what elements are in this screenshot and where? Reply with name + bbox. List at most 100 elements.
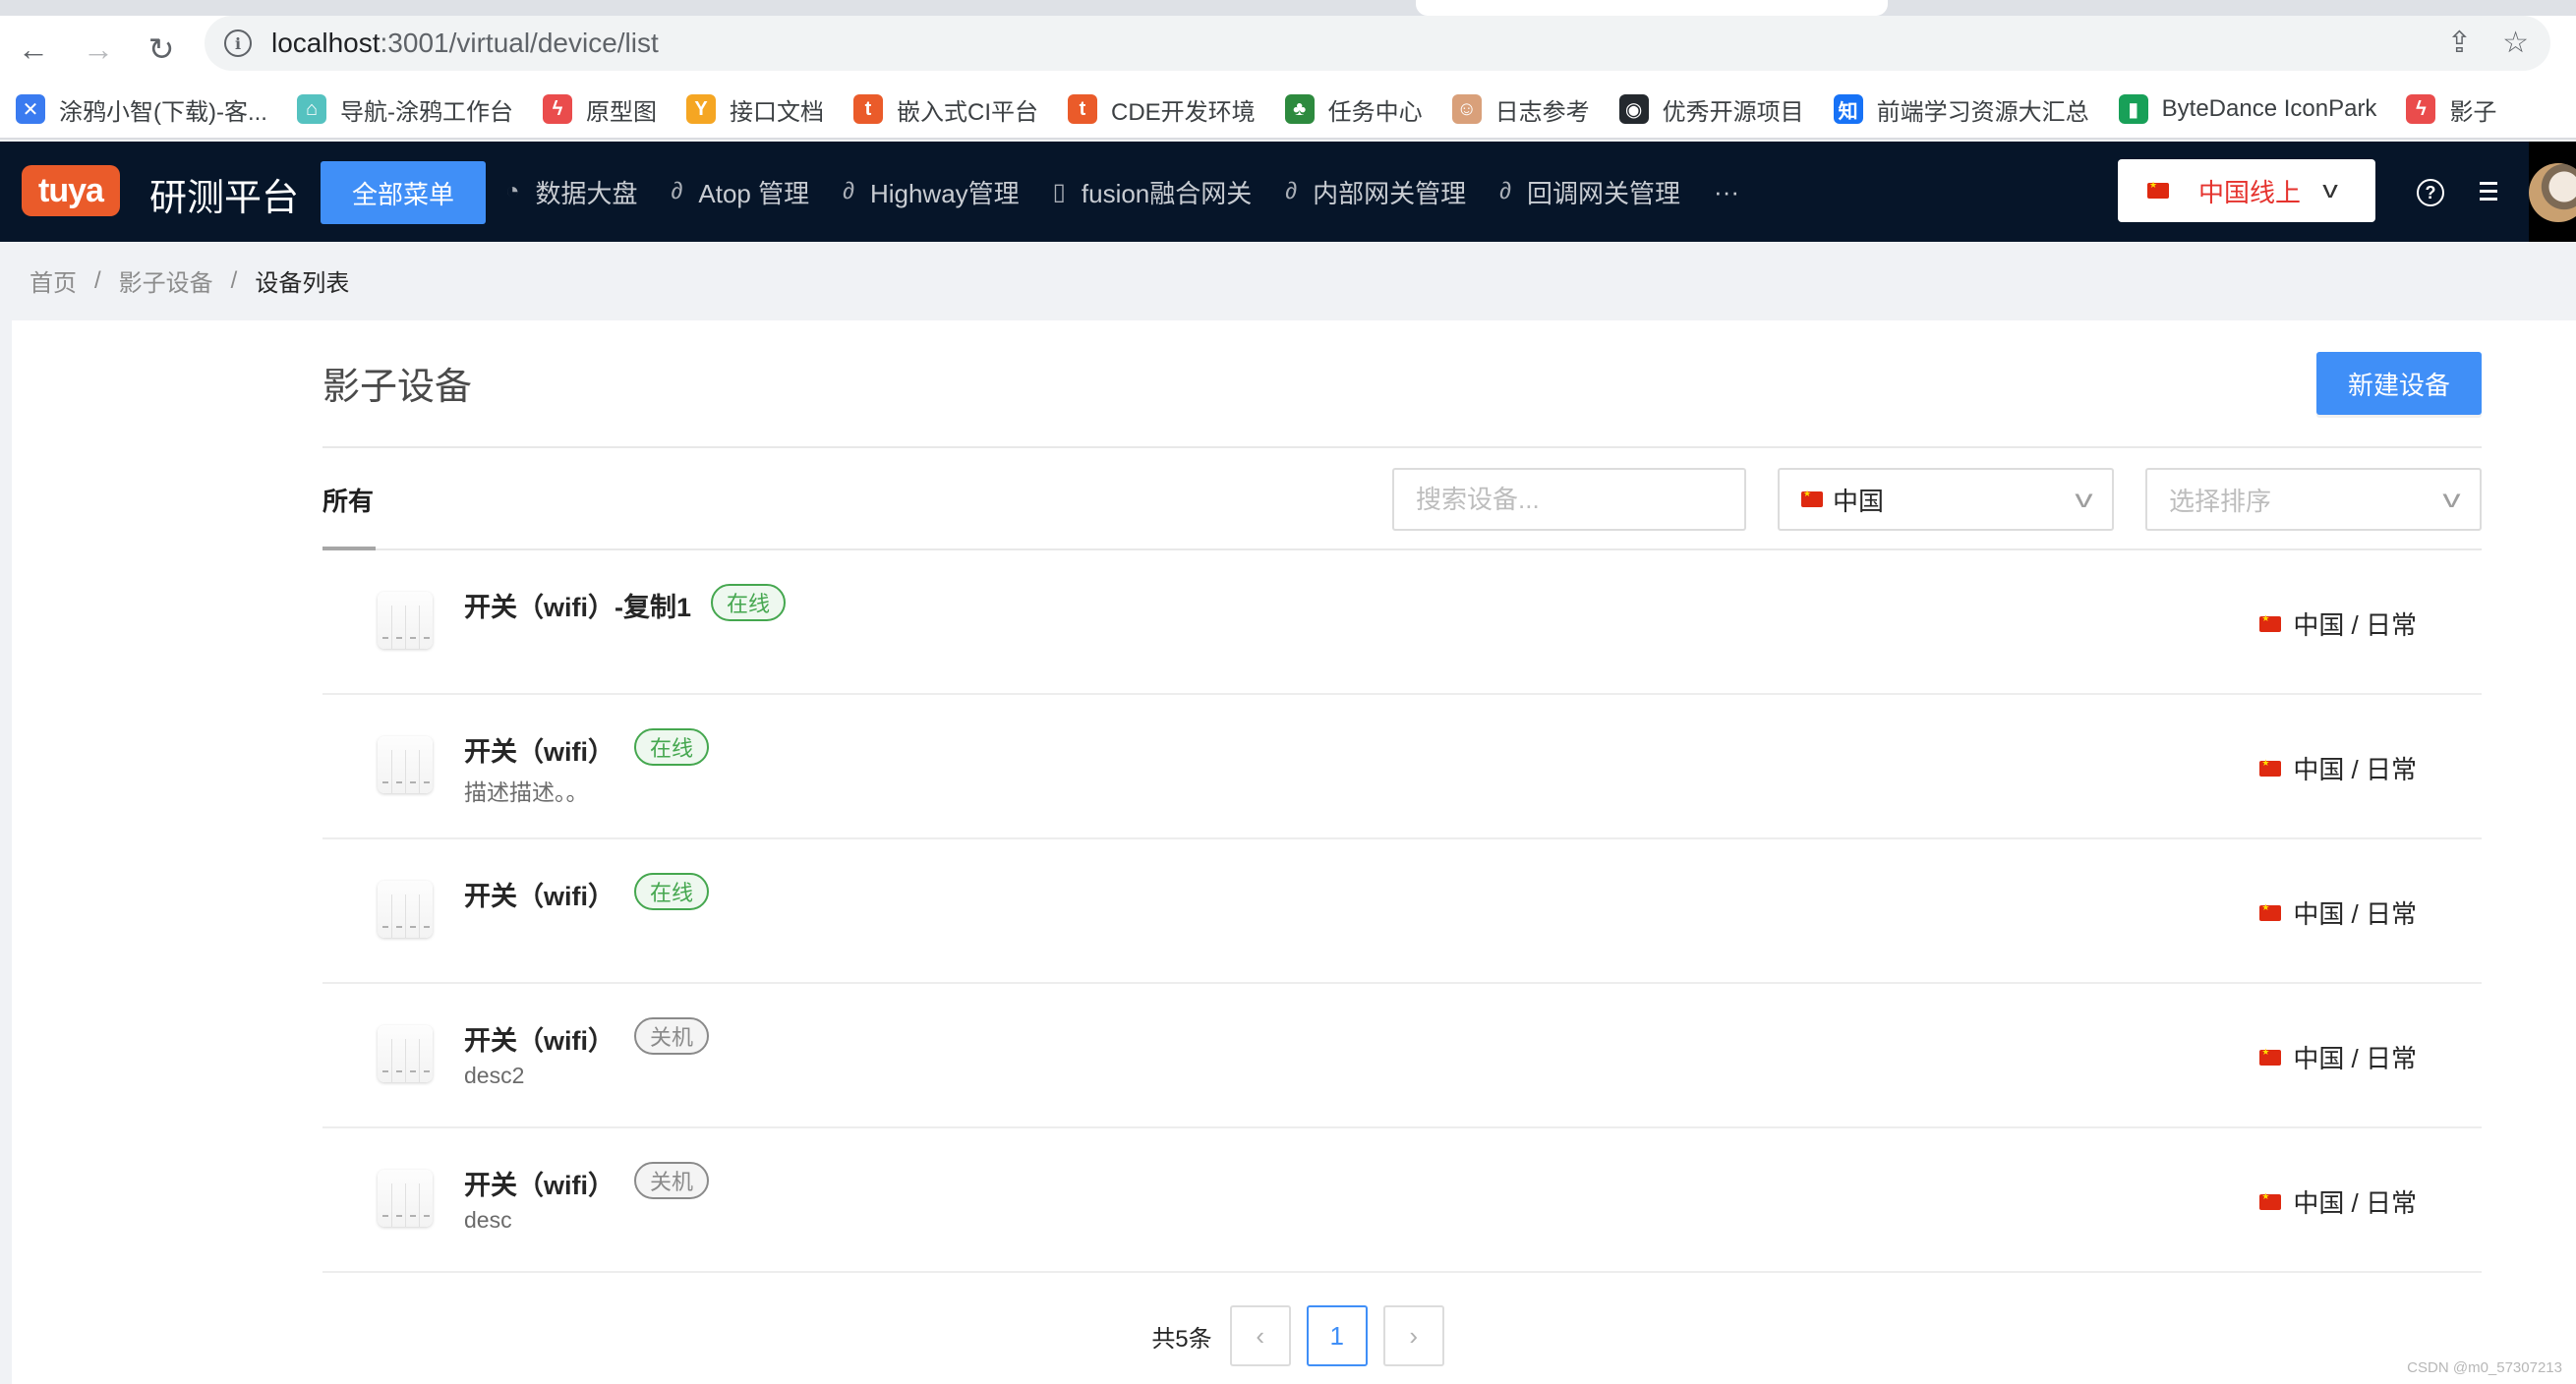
environment-label: 中国线上 xyxy=(2198,177,2302,207)
breadcrumb-shadow-device[interactable]: 影子设备 xyxy=(119,263,213,298)
bookmark-item[interactable]: ϟ 原型图 xyxy=(542,92,657,127)
back-button[interactable]: ← xyxy=(14,29,53,69)
sort-select[interactable]: 选择排序 v xyxy=(2145,468,2482,531)
active-browser-tab[interactable] xyxy=(1416,0,1888,16)
bookmark-label: 影子 xyxy=(2449,98,2497,126)
arrow-right-icon: → xyxy=(83,30,114,67)
bookmark-item[interactable]: ♣ 任务中心 xyxy=(1284,92,1423,127)
breadcrumb-current: 设备列表 xyxy=(255,270,350,297)
prev-page-button[interactable]: ‹ xyxy=(1229,1305,1291,1366)
search-input[interactable] xyxy=(1392,468,1746,531)
chevron-down-icon: v xyxy=(2075,484,2093,513)
user-avatar-area[interactable] xyxy=(2529,142,2576,242)
device-name[interactable]: 开关（wifi） xyxy=(464,1164,615,1202)
address-bar[interactable]: i localhost:3001/virtual/device/list ⇪ ☆ xyxy=(205,16,2550,71)
home-icon: ⌂ xyxy=(296,94,326,124)
device-description: desc xyxy=(464,1207,512,1233)
all-menu-button[interactable]: 全部菜单 xyxy=(321,161,486,224)
tab-all[interactable]: 所有 xyxy=(322,482,374,518)
bookmark-item[interactable]: ▮ ByteDance IconPark xyxy=(2118,94,2377,124)
chevron-down-icon: v xyxy=(2442,484,2461,513)
device-region-label: 中国 / 日常 xyxy=(2293,755,2417,784)
app-title: 研测平台 xyxy=(149,178,300,219)
device-row[interactable]: 开关（wifi） 关机 desc2 中国 / 日常 xyxy=(322,984,2482,1128)
link-icon: ∂ xyxy=(1499,178,1512,204)
new-device-button[interactable]: 新建设备 xyxy=(2316,352,2482,415)
next-page-button[interactable]: › xyxy=(1382,1305,1444,1366)
breadcrumb-home[interactable]: 首页 xyxy=(29,263,77,298)
nav-item[interactable]: ∂ 回调网关管理 xyxy=(1499,174,1680,210)
china-flag-icon xyxy=(2147,180,2169,199)
switch-device-icon xyxy=(378,736,433,793)
device-name[interactable]: 开关（wifi）-复制1 xyxy=(464,586,691,624)
device-region: 中国 / 日常 xyxy=(2259,894,2417,931)
bookmark-item[interactable]: ◉ 优秀开源项目 xyxy=(1618,92,1804,127)
switch-device-icon xyxy=(378,881,433,938)
bookmark-item[interactable]: ☺ 日志参考 xyxy=(1451,92,1590,127)
more-menu-icon[interactable]: ··· xyxy=(1714,177,1739,207)
nav-item[interactable]: ▯ fusion融合网关 xyxy=(1053,174,1253,210)
url-text[interactable]: localhost:3001/virtual/device/list xyxy=(271,28,659,59)
status-badge: 关机 xyxy=(634,1162,710,1199)
china-flag-icon xyxy=(2259,902,2282,921)
browser-toolbar: ← → ↻ i localhost:3001/virtual/device/li… xyxy=(0,16,2576,81)
bookmark-item[interactable]: ⌂ 导航-涂鸦工作台 xyxy=(296,92,513,127)
device-name[interactable]: 开关（wifi） xyxy=(464,730,615,769)
status-badge: 关机 xyxy=(634,1017,710,1055)
status-badge: 在线 xyxy=(634,728,710,766)
tuya-xiaozhi-icon: ✕ xyxy=(16,94,45,124)
environment-switch[interactable]: 中国线上 v xyxy=(2118,159,2375,222)
ordered-list-icon[interactable] xyxy=(2470,177,2497,206)
link-icon: ∂ xyxy=(1285,178,1298,204)
device-row[interactable]: 开关（wifi） 在线中国 / 日常 xyxy=(322,839,2482,984)
device-description: 描述描述。。 xyxy=(464,779,589,805)
nav-item[interactable]: ∂ Atop 管理 xyxy=(672,174,810,210)
avatar[interactable] xyxy=(2529,163,2576,222)
nav-menu: ◔ 数据大盘 ∂ Atop 管理 ∂ Highway管理 ▯ fusion融合网关 ∂ 内部网关管… xyxy=(505,142,1739,242)
app-top-nav: tuya 研测平台 全部菜单 ◔ 数据大盘 ∂ Atop 管理 ∂ Highway管理 ▯ f… xyxy=(0,142,2576,242)
nav-item-label: 回调网关管理 xyxy=(1527,178,1681,208)
bookmark-item[interactable]: ϟ 影子 xyxy=(2406,92,2496,127)
nav-item-label: fusion融合网关 xyxy=(1081,178,1253,208)
pagination-total: 共5条 xyxy=(1151,1325,1212,1353)
help-icon[interactable]: ? xyxy=(2417,179,2444,206)
nav-item[interactable]: ∂ 内部网关管理 xyxy=(1285,174,1466,210)
region-select[interactable]: 中国 v xyxy=(1778,468,2114,531)
reload-button[interactable]: ↻ xyxy=(142,29,181,69)
china-flag-icon xyxy=(2259,613,2282,632)
status-badge: 在线 xyxy=(634,873,710,910)
tuya-logo[interactable]: tuya xyxy=(22,165,120,216)
site-info-icon[interactable]: i xyxy=(224,29,252,57)
nav-item-label: 数据大盘 xyxy=(535,178,638,208)
page-button-1[interactable]: 1 xyxy=(1306,1305,1368,1366)
bookmark-label: 涂鸦小智(下载)-客... xyxy=(59,98,267,126)
chevron-right-icon: › xyxy=(1409,1320,1418,1351)
nav-item[interactable]: ◔ 数据大盘 xyxy=(505,174,638,210)
link-icon: ∂ xyxy=(671,178,683,204)
bookmark-item[interactable]: Y 接口文档 xyxy=(685,92,824,127)
device-name[interactable]: 开关（wifi） xyxy=(464,875,615,913)
bookmark-item[interactable]: 知前端学习资源大汇总 xyxy=(1833,92,2089,127)
forward-button[interactable]: → xyxy=(79,29,118,69)
breadcrumb: 首页 / 影子设备 / 设备列表 xyxy=(29,263,349,298)
bookmark-item[interactable]: ✕ 涂鸦小智(下载)-客... xyxy=(16,92,267,127)
device-row[interactable]: 开关（wifi） 在线描述描述。。 中国 / 日常 xyxy=(322,695,2482,839)
device-region-label: 中国 / 日常 xyxy=(2293,1188,2417,1218)
bookmark-star-icon[interactable]: ☆ xyxy=(2502,26,2529,60)
main-panel: 影子设备 新建设备 所有 中国 v 选择排序 v 开关（wifi）-复制1在线中… xyxy=(12,320,2576,1384)
bookmark-item[interactable]: t CDE开发环境 xyxy=(1067,92,1256,127)
nav-item[interactable]: ∂ Highway管理 xyxy=(843,174,1020,210)
device-row[interactable]: 开关（wifi）-复制1 在线中国 / 日常 xyxy=(322,550,2482,695)
bookmark-label: 嵌入式CI平台 xyxy=(896,98,1038,126)
jenkins-icon: ☺ xyxy=(1451,94,1482,124)
link-icon: ∂ xyxy=(843,178,854,204)
nav-item-label: Atop 管理 xyxy=(698,178,810,208)
device-region: 中国 / 日常 xyxy=(2259,750,2417,786)
device-name[interactable]: 开关（wifi） xyxy=(464,1019,615,1058)
bookmark-item[interactable]: t 嵌入式CI平台 xyxy=(852,92,1038,127)
device-row[interactable]: 开关（wifi） 关机 desc 中国 / 日常 xyxy=(322,1128,2482,1273)
github-icon: ◉ xyxy=(1618,94,1649,124)
device-region-label: 中国 / 日常 xyxy=(2293,610,2417,640)
bookmark-label: ByteDance IconPark xyxy=(2161,95,2377,122)
share-icon[interactable]: ⇪ xyxy=(2447,26,2472,60)
